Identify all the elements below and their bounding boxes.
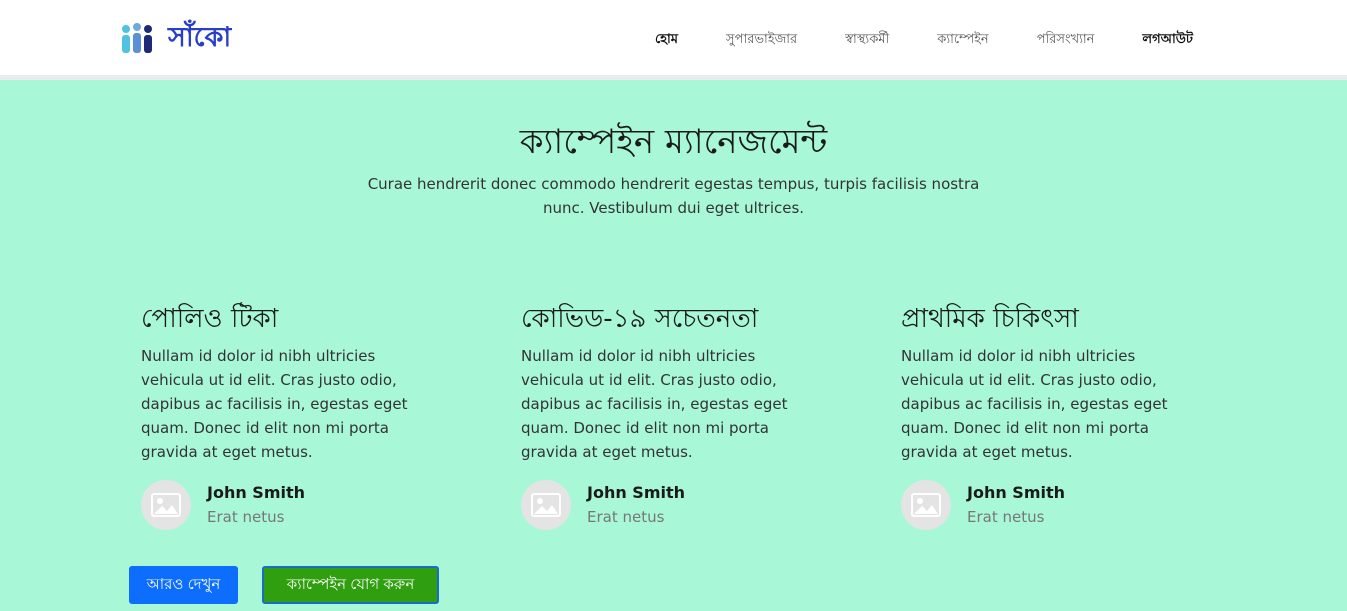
add-campaign-button[interactable]: ক্যাম্পেইন যোগ করুন — [262, 566, 439, 604]
image-placeholder-icon — [911, 493, 941, 517]
campaign-description: Nullam id dolor id nibh ultricies vehicu… — [901, 347, 1168, 461]
campaign-card: পোলিও টিকা Nullam id dolor id nibh ultri… — [141, 300, 521, 530]
image-placeholder-icon — [151, 493, 181, 517]
brand[interactable]: সাঁকো — [119, 22, 231, 54]
person-role: Erat netus — [587, 508, 665, 526]
avatar — [521, 480, 571, 530]
person-name: John Smith — [587, 483, 686, 502]
hero-section: ক্যাম্পেইন ম্যানেজমেন্ট Curae hendrerit … — [0, 118, 1347, 220]
campaign-card: প্রাথমিক চিকিৎসা Nullam id dolor id nibh… — [901, 300, 1281, 530]
nav-item-campaign[interactable]: ক্যাম্পেইন — [913, 30, 1012, 50]
nav-item-logout[interactable]: লগআউট — [1118, 30, 1193, 50]
avatar — [141, 480, 191, 530]
person-role: Erat netus — [967, 508, 1045, 526]
people-logo-icon — [122, 23, 152, 53]
page-title: ক্যাম্পেইন ম্যানেজমেন্ট — [519, 122, 828, 162]
nav-item-supervisor[interactable]: সুপারভাইজার — [702, 30, 821, 50]
campaign-person: John Smith Erat netus — [901, 480, 1281, 530]
top-navbar: সাঁকো হোম সুপারভাইজার স্বাস্থ্যকর্মী ক্য… — [0, 0, 1347, 80]
view-more-button[interactable]: আরও দেখুন — [129, 566, 238, 604]
nav-item-home[interactable]: হোম — [631, 30, 702, 50]
campaign-title: কোভিড-১৯ সচেতনতা — [521, 304, 759, 334]
campaign-title: পোলিও টিকা — [141, 304, 279, 334]
nav-item-health-worker[interactable]: স্বাস্থ্যকর্মী — [821, 30, 913, 50]
brand-name: সাঁকো — [168, 22, 232, 53]
page-subtitle: Curae hendrerit donec commodo hendrerit … — [367, 175, 980, 217]
nav-item-statistics[interactable]: পরিসংখ্যান — [1013, 30, 1119, 50]
person-role: Erat netus — [207, 508, 285, 526]
campaign-person: John Smith Erat netus — [141, 480, 521, 530]
image-placeholder-icon — [531, 493, 561, 517]
campaign-card: কোভিড-১৯ সচেতনতা Nullam id dolor id nibh… — [521, 300, 901, 530]
campaign-description: Nullam id dolor id nibh ultricies vehicu… — [521, 347, 788, 461]
person-name: John Smith — [207, 483, 306, 502]
person-name: John Smith — [967, 483, 1066, 502]
nav-menu: হোম সুপারভাইজার স্বাস্থ্যকর্মী ক্যাম্পেই… — [631, 30, 1193, 50]
avatar — [901, 480, 951, 530]
campaign-description: Nullam id dolor id nibh ultricies vehicu… — [141, 347, 408, 461]
campaign-person: John Smith Erat netus — [521, 480, 901, 530]
campaign-title: প্রাথমিক চিকিৎসা — [901, 304, 1079, 334]
campaign-cards: পোলিও টিকা Nullam id dolor id nibh ultri… — [141, 300, 1281, 530]
